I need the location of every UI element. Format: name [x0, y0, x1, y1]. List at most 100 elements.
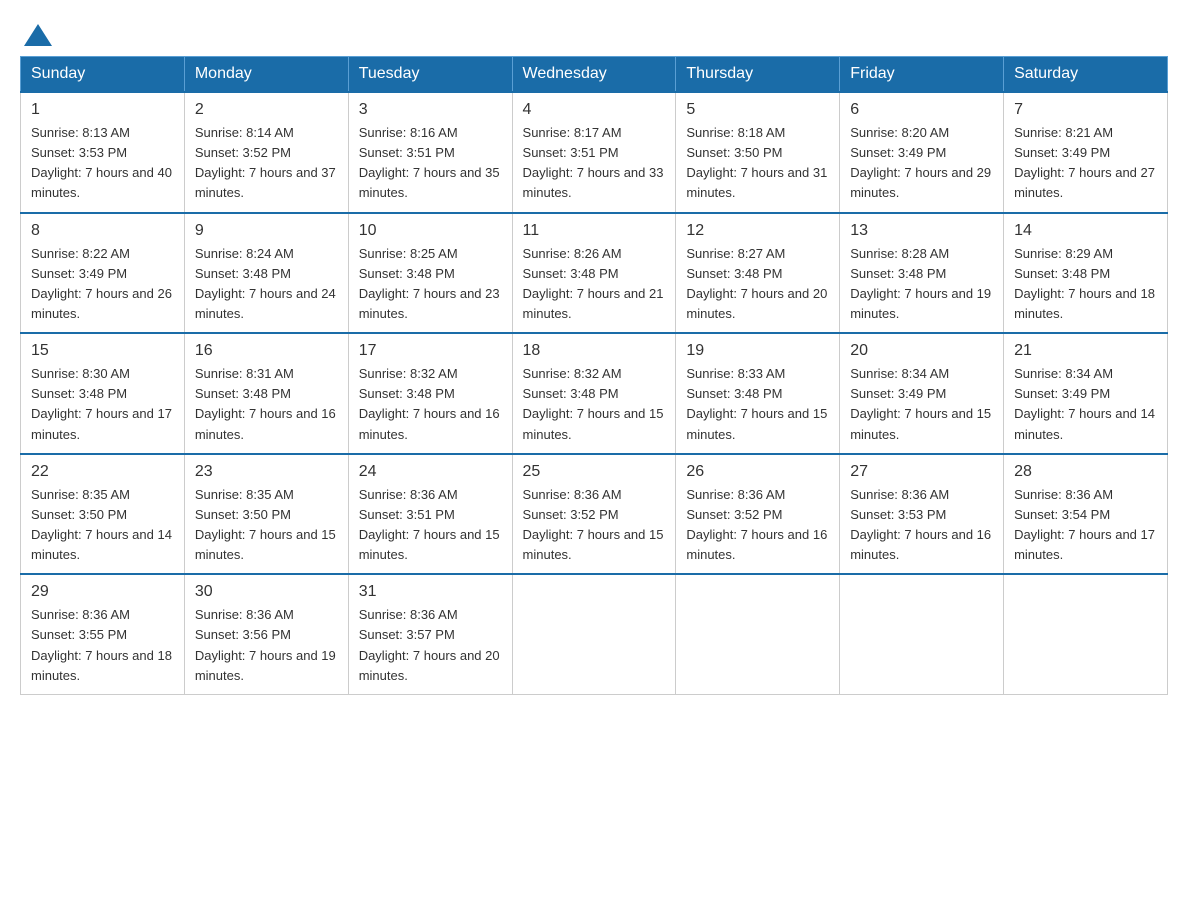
day-info: Sunrise: 8:36 AMSunset: 3:54 PMDaylight:…	[1014, 487, 1155, 562]
day-info: Sunrise: 8:22 AMSunset: 3:49 PMDaylight:…	[31, 246, 172, 321]
day-info: Sunrise: 8:21 AMSunset: 3:49 PMDaylight:…	[1014, 125, 1155, 200]
day-number: 25	[523, 463, 666, 481]
calendar-day-cell	[512, 574, 676, 694]
calendar-day-cell: 22 Sunrise: 8:35 AMSunset: 3:50 PMDaylig…	[21, 454, 185, 575]
day-info: Sunrise: 8:26 AMSunset: 3:48 PMDaylight:…	[523, 246, 664, 321]
day-number: 6	[850, 101, 993, 119]
day-info: Sunrise: 8:24 AMSunset: 3:48 PMDaylight:…	[195, 246, 336, 321]
calendar-day-cell: 18 Sunrise: 8:32 AMSunset: 3:48 PMDaylig…	[512, 333, 676, 454]
day-info: Sunrise: 8:16 AMSunset: 3:51 PMDaylight:…	[359, 125, 500, 200]
calendar-day-cell: 1 Sunrise: 8:13 AMSunset: 3:53 PMDayligh…	[21, 92, 185, 213]
calendar-day-cell: 7 Sunrise: 8:21 AMSunset: 3:49 PMDayligh…	[1004, 92, 1168, 213]
day-number: 16	[195, 342, 338, 360]
day-info: Sunrise: 8:34 AMSunset: 3:49 PMDaylight:…	[850, 366, 991, 441]
calendar-day-cell: 25 Sunrise: 8:36 AMSunset: 3:52 PMDaylig…	[512, 454, 676, 575]
day-number: 5	[686, 101, 829, 119]
weekday-header-sunday: Sunday	[21, 57, 185, 93]
day-info: Sunrise: 8:13 AMSunset: 3:53 PMDaylight:…	[31, 125, 172, 200]
day-info: Sunrise: 8:27 AMSunset: 3:48 PMDaylight:…	[686, 246, 827, 321]
calendar-day-cell: 3 Sunrise: 8:16 AMSunset: 3:51 PMDayligh…	[348, 92, 512, 213]
day-number: 11	[523, 222, 666, 240]
day-info: Sunrise: 8:14 AMSunset: 3:52 PMDaylight:…	[195, 125, 336, 200]
day-number: 26	[686, 463, 829, 481]
day-number: 21	[1014, 342, 1157, 360]
day-info: Sunrise: 8:35 AMSunset: 3:50 PMDaylight:…	[31, 487, 172, 562]
calendar-table: SundayMondayTuesdayWednesdayThursdayFrid…	[20, 56, 1168, 695]
calendar-day-cell: 9 Sunrise: 8:24 AMSunset: 3:48 PMDayligh…	[184, 213, 348, 334]
calendar-day-cell: 13 Sunrise: 8:28 AMSunset: 3:48 PMDaylig…	[840, 213, 1004, 334]
calendar-day-cell: 29 Sunrise: 8:36 AMSunset: 3:55 PMDaylig…	[21, 574, 185, 694]
day-info: Sunrise: 8:18 AMSunset: 3:50 PMDaylight:…	[686, 125, 827, 200]
day-info: Sunrise: 8:36 AMSunset: 3:53 PMDaylight:…	[850, 487, 991, 562]
calendar-day-cell: 23 Sunrise: 8:35 AMSunset: 3:50 PMDaylig…	[184, 454, 348, 575]
day-info: Sunrise: 8:32 AMSunset: 3:48 PMDaylight:…	[523, 366, 664, 441]
day-number: 12	[686, 222, 829, 240]
weekday-header-friday: Friday	[840, 57, 1004, 93]
day-info: Sunrise: 8:35 AMSunset: 3:50 PMDaylight:…	[195, 487, 336, 562]
calendar-day-cell: 14 Sunrise: 8:29 AMSunset: 3:48 PMDaylig…	[1004, 213, 1168, 334]
day-number: 2	[195, 101, 338, 119]
calendar-day-cell: 26 Sunrise: 8:36 AMSunset: 3:52 PMDaylig…	[676, 454, 840, 575]
calendar-day-cell: 5 Sunrise: 8:18 AMSunset: 3:50 PMDayligh…	[676, 92, 840, 213]
day-info: Sunrise: 8:17 AMSunset: 3:51 PMDaylight:…	[523, 125, 664, 200]
calendar-day-cell: 28 Sunrise: 8:36 AMSunset: 3:54 PMDaylig…	[1004, 454, 1168, 575]
day-info: Sunrise: 8:36 AMSunset: 3:51 PMDaylight:…	[359, 487, 500, 562]
calendar-day-cell: 31 Sunrise: 8:36 AMSunset: 3:57 PMDaylig…	[348, 574, 512, 694]
calendar-day-cell: 20 Sunrise: 8:34 AMSunset: 3:49 PMDaylig…	[840, 333, 1004, 454]
calendar-day-cell: 17 Sunrise: 8:32 AMSunset: 3:48 PMDaylig…	[348, 333, 512, 454]
day-info: Sunrise: 8:31 AMSunset: 3:48 PMDaylight:…	[195, 366, 336, 441]
page-header	[20, 20, 1168, 46]
day-number: 28	[1014, 463, 1157, 481]
day-number: 17	[359, 342, 502, 360]
day-number: 30	[195, 583, 338, 601]
day-number: 18	[523, 342, 666, 360]
calendar-day-cell: 8 Sunrise: 8:22 AMSunset: 3:49 PMDayligh…	[21, 213, 185, 334]
calendar-week-row: 15 Sunrise: 8:30 AMSunset: 3:48 PMDaylig…	[21, 333, 1168, 454]
weekday-header-tuesday: Tuesday	[348, 57, 512, 93]
calendar-week-row: 22 Sunrise: 8:35 AMSunset: 3:50 PMDaylig…	[21, 454, 1168, 575]
day-number: 3	[359, 101, 502, 119]
day-number: 7	[1014, 101, 1157, 119]
weekday-header-row: SundayMondayTuesdayWednesdayThursdayFrid…	[21, 57, 1168, 93]
day-number: 8	[31, 222, 174, 240]
day-number: 24	[359, 463, 502, 481]
calendar-day-cell: 2 Sunrise: 8:14 AMSunset: 3:52 PMDayligh…	[184, 92, 348, 213]
calendar-day-cell: 19 Sunrise: 8:33 AMSunset: 3:48 PMDaylig…	[676, 333, 840, 454]
day-number: 4	[523, 101, 666, 119]
day-number: 23	[195, 463, 338, 481]
calendar-day-cell: 10 Sunrise: 8:25 AMSunset: 3:48 PMDaylig…	[348, 213, 512, 334]
calendar-day-cell: 4 Sunrise: 8:17 AMSunset: 3:51 PMDayligh…	[512, 92, 676, 213]
calendar-day-cell: 16 Sunrise: 8:31 AMSunset: 3:48 PMDaylig…	[184, 333, 348, 454]
calendar-day-cell: 21 Sunrise: 8:34 AMSunset: 3:49 PMDaylig…	[1004, 333, 1168, 454]
calendar-day-cell	[676, 574, 840, 694]
day-info: Sunrise: 8:28 AMSunset: 3:48 PMDaylight:…	[850, 246, 991, 321]
logo	[20, 20, 52, 46]
weekday-header-saturday: Saturday	[1004, 57, 1168, 93]
calendar-day-cell: 27 Sunrise: 8:36 AMSunset: 3:53 PMDaylig…	[840, 454, 1004, 575]
day-info: Sunrise: 8:29 AMSunset: 3:48 PMDaylight:…	[1014, 246, 1155, 321]
calendar-day-cell: 24 Sunrise: 8:36 AMSunset: 3:51 PMDaylig…	[348, 454, 512, 575]
day-number: 1	[31, 101, 174, 119]
day-number: 19	[686, 342, 829, 360]
weekday-header-thursday: Thursday	[676, 57, 840, 93]
day-info: Sunrise: 8:33 AMSunset: 3:48 PMDaylight:…	[686, 366, 827, 441]
day-info: Sunrise: 8:34 AMSunset: 3:49 PMDaylight:…	[1014, 366, 1155, 441]
day-info: Sunrise: 8:20 AMSunset: 3:49 PMDaylight:…	[850, 125, 991, 200]
day-number: 27	[850, 463, 993, 481]
day-number: 15	[31, 342, 174, 360]
day-info: Sunrise: 8:36 AMSunset: 3:52 PMDaylight:…	[523, 487, 664, 562]
day-number: 31	[359, 583, 502, 601]
day-number: 14	[1014, 222, 1157, 240]
calendar-day-cell: 11 Sunrise: 8:26 AMSunset: 3:48 PMDaylig…	[512, 213, 676, 334]
day-info: Sunrise: 8:32 AMSunset: 3:48 PMDaylight:…	[359, 366, 500, 441]
day-info: Sunrise: 8:30 AMSunset: 3:48 PMDaylight:…	[31, 366, 172, 441]
day-info: Sunrise: 8:25 AMSunset: 3:48 PMDaylight:…	[359, 246, 500, 321]
day-info: Sunrise: 8:36 AMSunset: 3:56 PMDaylight:…	[195, 607, 336, 682]
day-number: 29	[31, 583, 174, 601]
day-number: 10	[359, 222, 502, 240]
weekday-header-monday: Monday	[184, 57, 348, 93]
day-info: Sunrise: 8:36 AMSunset: 3:55 PMDaylight:…	[31, 607, 172, 682]
calendar-day-cell: 30 Sunrise: 8:36 AMSunset: 3:56 PMDaylig…	[184, 574, 348, 694]
calendar-day-cell: 12 Sunrise: 8:27 AMSunset: 3:48 PMDaylig…	[676, 213, 840, 334]
calendar-day-cell: 15 Sunrise: 8:30 AMSunset: 3:48 PMDaylig…	[21, 333, 185, 454]
